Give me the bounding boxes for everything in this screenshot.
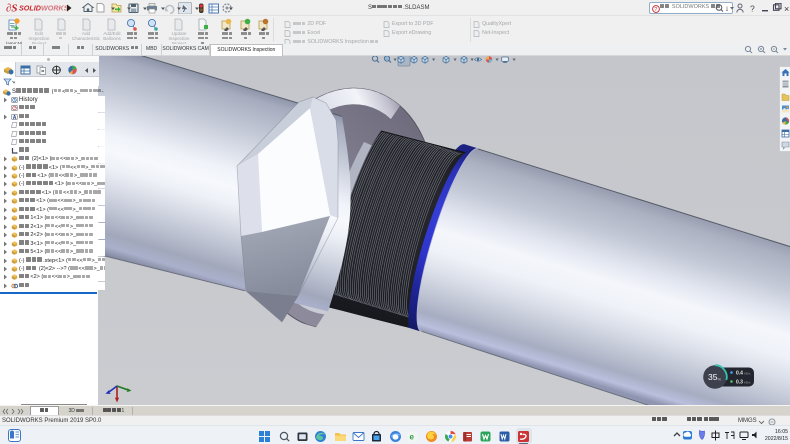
svg-text:SOLIDWORKS: SOLIDWORKS [19, 4, 69, 13]
svg-text:%: % [718, 377, 722, 382]
svg-text:35: 35 [708, 372, 718, 382]
svg-text:0.4: 0.4 [736, 371, 743, 377]
svg-text:?: ? [654, 7, 657, 13]
svg-text:0.3: 0.3 [736, 380, 743, 386]
svg-text:×: × [784, 4, 789, 14]
svg-text:?: ? [750, 4, 755, 14]
svg-text:A: A [12, 115, 16, 121]
svg-text:KB/s: KB/s [744, 380, 751, 384]
svg-text:∂S: ∂S [6, 3, 18, 15]
svg-text:KB/s: KB/s [744, 371, 751, 375]
svg-text:e: e [410, 432, 415, 441]
